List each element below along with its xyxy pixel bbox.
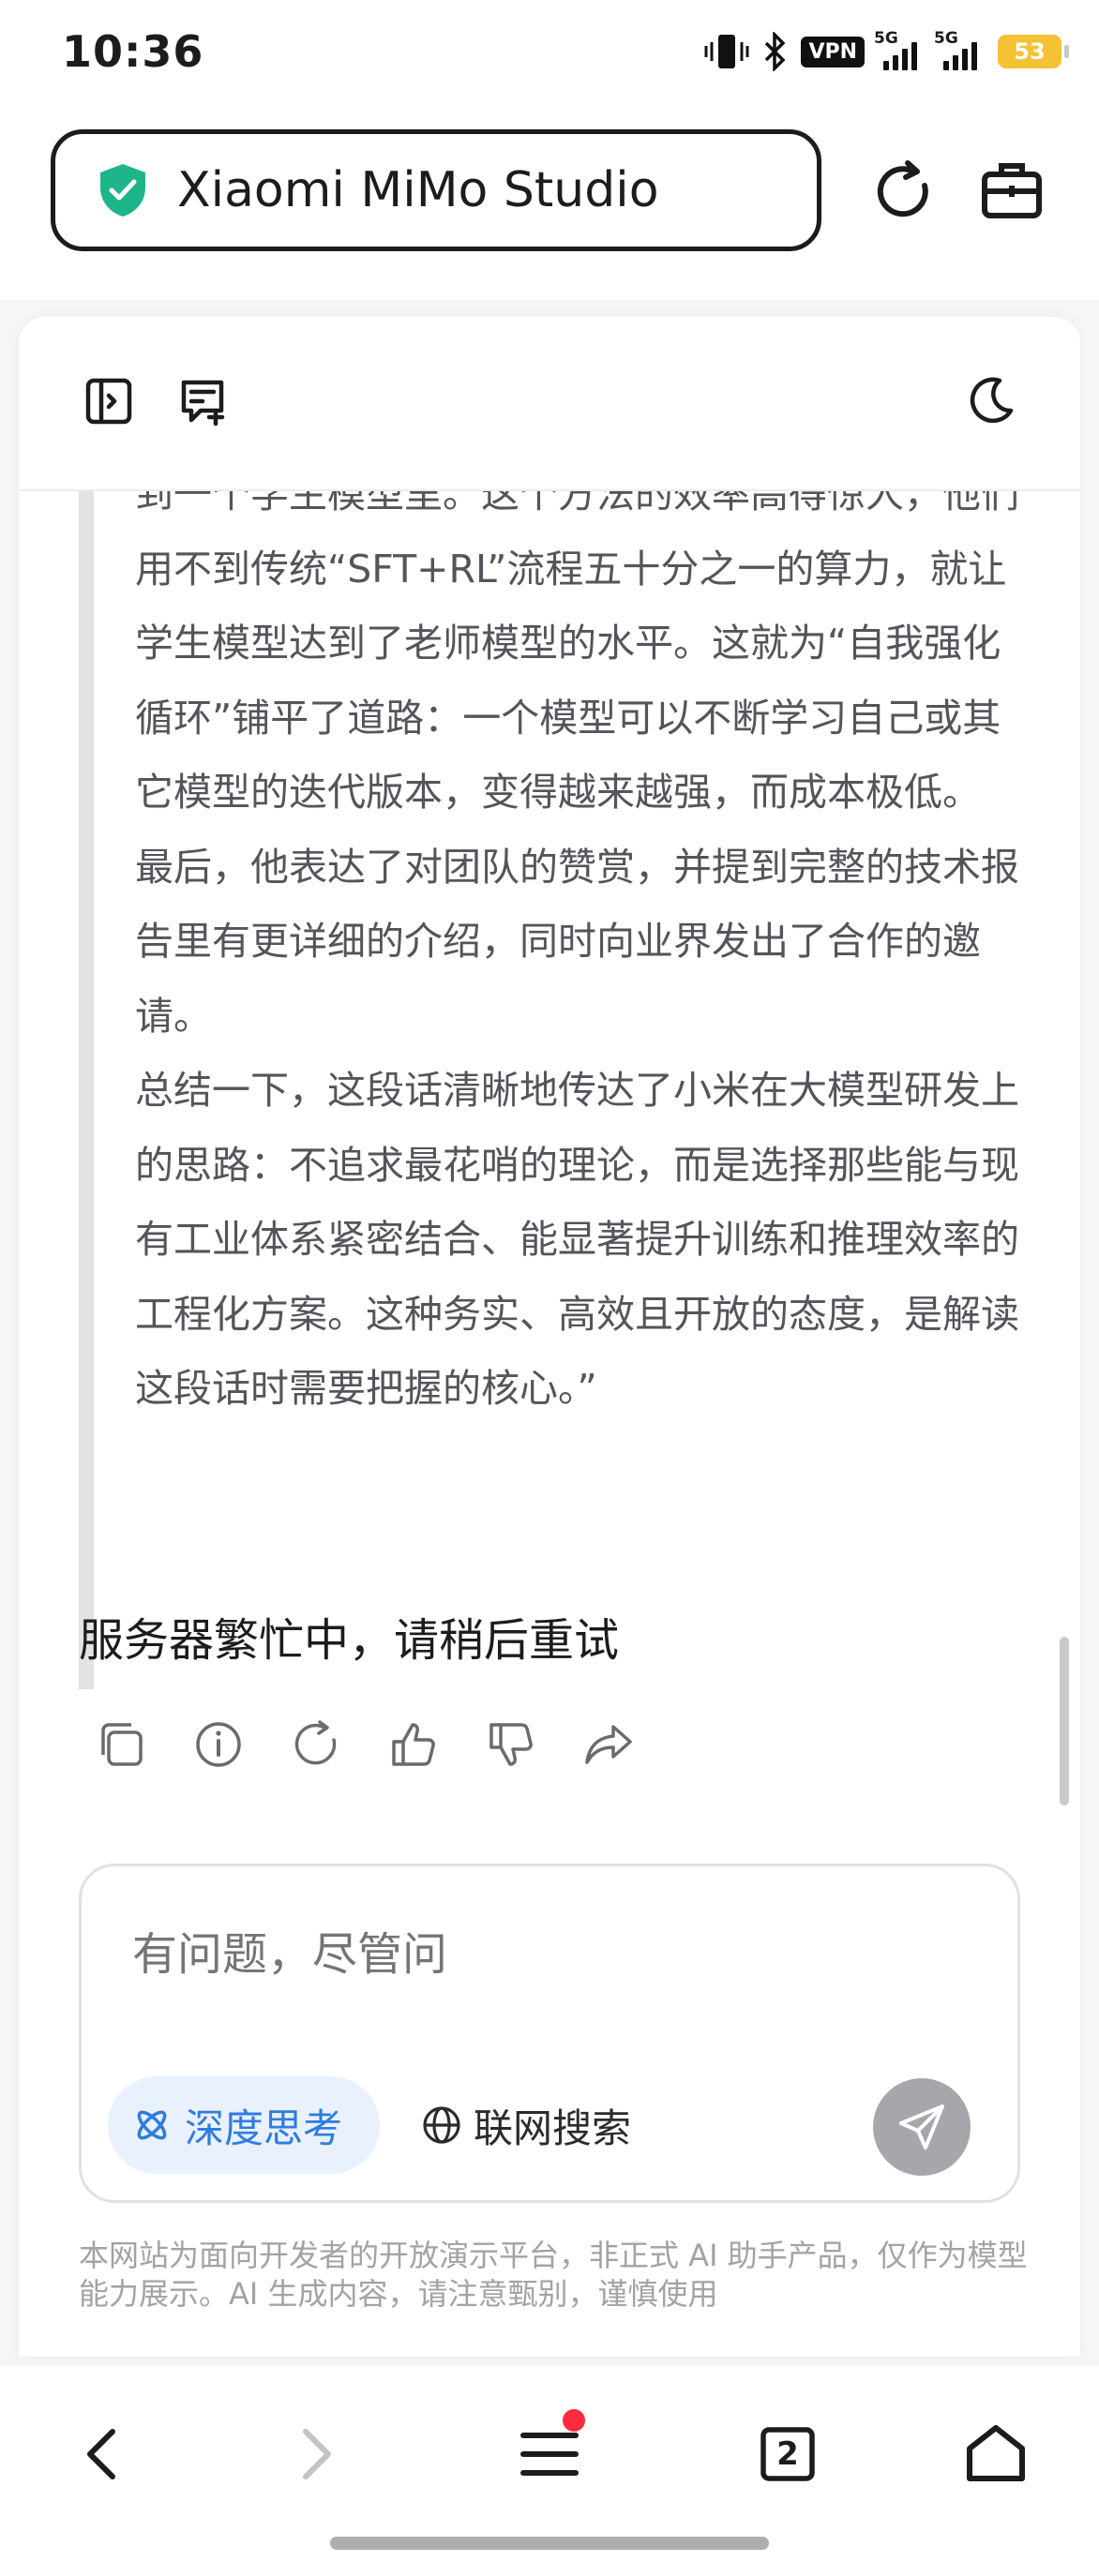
thumbs-down-icon[interactable] (484, 1717, 538, 1772)
signal-2-icon: 5G (934, 29, 985, 70)
thumbs-up-icon[interactable] (386, 1717, 441, 1772)
new-chat-icon[interactable] (174, 373, 231, 429)
bluetooth-icon (765, 32, 786, 71)
sidebar-toggle-icon[interactable] (81, 373, 137, 429)
chat-input[interactable] (132, 1928, 957, 1981)
toolbox-icon[interactable] (979, 157, 1045, 223)
back-icon[interactable] (66, 2417, 141, 2492)
vpn-badge: VPN (801, 36, 865, 67)
status-icons: VPN 5G 5G 53 (703, 29, 1069, 71)
blockquote-bar (79, 489, 94, 1689)
chat-toolbar (19, 317, 1080, 491)
browser-address-bar: Xiaomi MiMo Studio (0, 112, 1099, 300)
message-actions (94, 1717, 636, 1772)
dark-mode-icon[interactable] (962, 373, 1018, 429)
chat-page: 到一个学生模型里。这个方法的效率高得惊人，他们用不到传统“SFT+RL”流程五十… (19, 317, 1080, 2357)
battery-icon: 53 (998, 35, 1069, 68)
scrollbar-thumb[interactable] (1060, 1637, 1069, 1805)
refresh-icon[interactable] (870, 157, 938, 225)
share-icon[interactable] (581, 1717, 636, 1772)
gesture-bar[interactable] (330, 2537, 769, 2550)
globe-icon (423, 2106, 460, 2144)
atom-icon (137, 2110, 167, 2140)
url-field[interactable]: Xiaomi MiMo Studio (51, 129, 821, 251)
network-type-1: 5G (874, 29, 898, 48)
answer-paragraph: 到一个学生模型里。这个方法的效率高得惊人，他们用不到传统“SFT+RL”流程五十… (135, 472, 1019, 815)
send-icon (899, 2104, 944, 2149)
web-search-toggle[interactable]: 联网搜索 (421, 2076, 631, 2174)
forward-icon[interactable] (278, 2417, 353, 2492)
signal-1-icon: 5G (874, 29, 925, 70)
network-type-2: 5G (934, 29, 958, 48)
send-button[interactable] (873, 2078, 971, 2176)
deep-think-toggle[interactable]: 深度思考 (108, 2076, 380, 2174)
regenerate-icon[interactable] (289, 1717, 343, 1772)
chat-input-box: 深度思考 联网搜索 (79, 1864, 1020, 2203)
tabs-button[interactable]: 2 (750, 2417, 825, 2492)
vibrate-icon (704, 35, 749, 68)
tab-count: 2 (776, 2435, 799, 2473)
web-search-label: 联网搜索 (474, 2104, 632, 2151)
disclaimer-text: 本网站为面向开发者的开放演示平台，非正式 AI 助手产品，仅作为模型能力展示。A… (79, 2238, 1028, 2312)
status-time: 10:36 (62, 26, 204, 77)
copy-icon[interactable] (94, 1717, 148, 1772)
answer-content: 到一个学生模型里。这个方法的效率高得惊人，他们用不到传统“SFT+RL”流程五十… (135, 457, 1035, 1427)
answer-paragraph: 总结一下，这段话清晰地传达了小米在大模型研发上的思路：不追求最花哨的理论，而是选… (135, 1068, 1019, 1411)
server-busy-message: 服务器繁忙中，请稍后重试 (79, 1614, 620, 1667)
home-icon[interactable] (958, 2417, 1033, 2492)
site-title: Xiaomi MiMo Studio (177, 162, 659, 218)
deep-think-label: 深度思考 (185, 2104, 343, 2151)
status-bar: 10:36 VPN 5G 5G 53 (0, 0, 1099, 112)
info-icon[interactable] (191, 1717, 246, 1772)
answer-paragraph: 最后，他表达了对团队的赞赏，并提到完整的技术报告里有更详细的介绍，同时向业界发出… (135, 844, 1019, 1039)
notification-dot (563, 2409, 585, 2432)
secure-shield-icon (100, 164, 145, 217)
